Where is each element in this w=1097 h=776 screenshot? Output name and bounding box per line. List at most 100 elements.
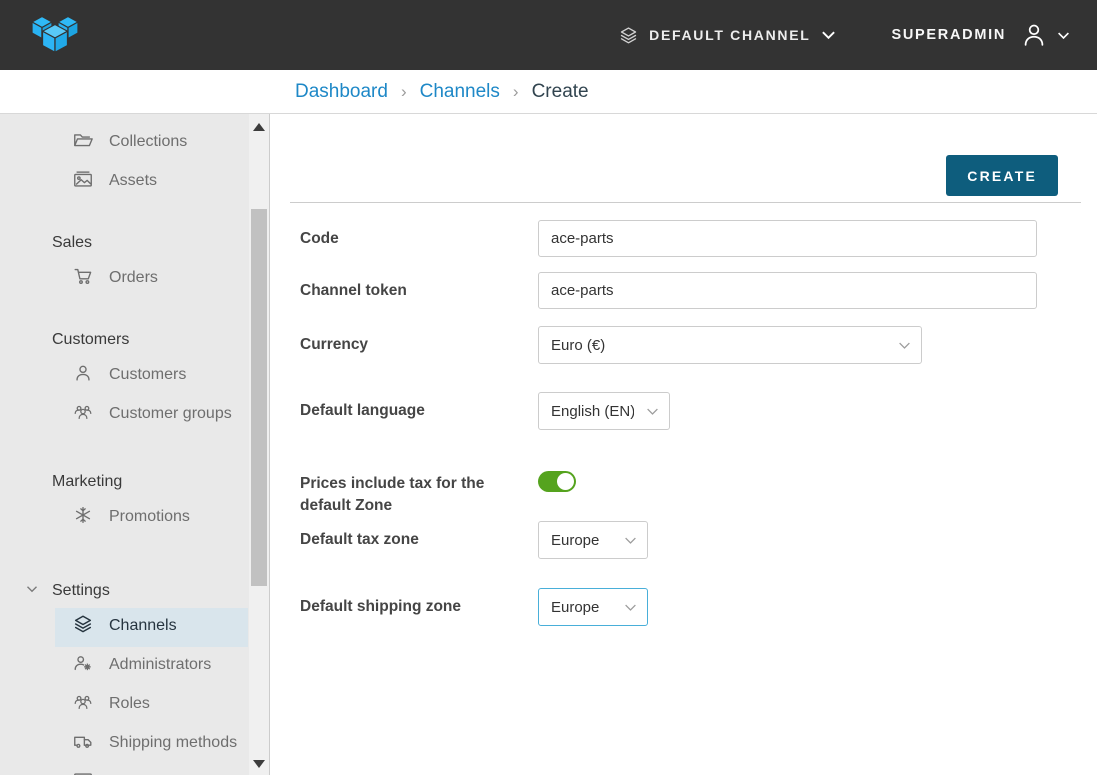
sidebar-section-customers: Customers Customer groups [0,357,248,435]
vendure-logo[interactable] [30,8,80,62]
sidebar-nav: Collections Assets Sales [0,114,270,775]
sidebar-item-customer-groups[interactable]: Customer groups [55,396,248,435]
user-name-label: SUPERADMIN [892,27,1006,43]
sidebar-item-payment-methods[interactable]: Payment [55,764,248,775]
sidebar-item-collections[interactable]: Collections [55,124,248,163]
chevron-down-icon [646,407,659,416]
default-shipping-zone-select[interactable]: Europe [538,588,648,626]
form-row-code: Code [290,220,1081,257]
default-language-label: Default language [290,392,538,422]
truck-icon [72,730,94,759]
sidebar-item-label: Payment [109,773,172,775]
sidebar-scrollbar [249,114,269,775]
sidebar-section-header-settings[interactable]: Settings [0,580,248,602]
sidebar-section-marketing: Promotions [0,499,248,538]
sidebar-section-sales: Orders [0,260,248,299]
code-input[interactable] [538,220,1037,257]
topbar-right-group: DEFAULT CHANNEL SUPERADMIN [618,21,1070,49]
channel-form: Code Channel token Currency Euro (€) [290,220,1081,626]
user-icon [1020,21,1048,49]
cart-icon [72,265,94,294]
default-language-select[interactable]: English (EN) [538,392,670,430]
sidebar-item-customers[interactable]: Customers [55,357,248,396]
sidebar-item-channels[interactable]: Channels [55,608,248,647]
sidebar-item-label: Roles [109,695,150,712]
breadcrumb-dashboard[interactable]: Dashboard [295,81,388,103]
default-shipping-zone-select-value: Europe [551,599,612,616]
sidebar-section-header-label: Settings [52,582,110,599]
sidebar-item-label: Customers [109,366,186,383]
sidebar-item-assets[interactable]: Assets [55,163,248,202]
layers-icon [618,25,639,46]
currency-select-value: Euro (€) [551,337,886,354]
sidebar-item-label: Shipping methods [109,734,237,751]
sidebar-item-shipping-methods[interactable]: Shipping methods [55,725,248,764]
sidebar-section-header-marketing: Marketing [0,471,248,493]
breadcrumb-channels[interactable]: Channels [420,81,500,103]
sidebar-item-label: Channels [109,617,177,634]
form-row-currency: Currency Euro (€) [290,326,1081,364]
chevron-down-icon [624,603,637,612]
asterisk-icon [72,504,94,533]
sidebar-section-header-sales: Sales [0,232,248,254]
channel-switcher[interactable]: DEFAULT CHANNEL [618,25,835,46]
breadcrumb-separator: › [401,82,407,102]
header-divider [290,202,1081,203]
chevron-down-icon [898,341,911,350]
sidebar-item-label: Assets [109,172,157,189]
sidebar-item-roles[interactable]: Roles [55,686,248,725]
breadcrumb: Dashboard › Channels › Create [0,70,1097,114]
top-bar: DEFAULT CHANNEL SUPERADMIN [0,0,1097,70]
create-button[interactable]: CREATE [946,155,1058,196]
user-menu[interactable]: SUPERADMIN [892,21,1070,49]
prices-include-tax-toggle[interactable] [538,471,576,492]
channel-selector-label: DEFAULT CHANNEL [649,27,810,43]
chevron-down-icon [26,585,38,593]
sidebar-section-settings: Channels [0,608,248,775]
chevron-down-icon [821,30,836,40]
form-row-default-language: Default language English (EN) [290,392,1081,430]
form-row-prices-include-tax: Prices include tax for the default Zone [290,465,1081,517]
user-icon [72,362,94,391]
sidebar-item-label: Collections [109,133,187,150]
default-shipping-zone-label: Default shipping zone [290,588,538,618]
code-label: Code [290,220,538,250]
app-window: DEFAULT CHANNEL SUPERADMIN D [0,0,1097,776]
create-channel-page: CREATE Code Channel token Currency Euro … [270,114,1097,775]
users-icon [72,691,94,720]
vendure-logo-icon [30,8,80,62]
sidebar-item-administrators[interactable]: Administrators [55,647,248,686]
chevron-down-icon [1057,31,1070,40]
sidebar-item-label: Orders [109,269,158,286]
channel-token-label: Channel token [290,272,538,302]
credit-card-icon [72,769,94,775]
users-icon [72,401,94,430]
form-row-default-shipping-zone: Default shipping zone Europe [290,588,1081,626]
sidebar-section-header-customers: Customers [0,329,248,351]
sidebar-section-catalog: Collections Assets [0,124,248,202]
content-area: Collections Assets Sales [0,114,1097,775]
currency-select[interactable]: Euro (€) [538,326,922,364]
currency-label: Currency [290,326,538,356]
sidebar-item-label: Customer groups [109,405,232,422]
default-tax-zone-select[interactable]: Europe [538,521,648,559]
breadcrumb-create: Create [532,81,589,103]
scrollbar-thumb[interactable] [251,209,267,586]
sidebar-item-label: Administrators [109,656,211,673]
breadcrumb-separator: › [513,82,519,102]
form-row-channel-token: Channel token [290,272,1081,309]
folder-icon [72,129,94,158]
user-gear-icon [72,652,94,681]
image-icon [72,168,94,197]
chevron-down-icon [624,536,637,545]
default-tax-zone-label: Default tax zone [290,521,538,551]
channel-token-input[interactable] [538,272,1037,309]
sidebar-item-orders[interactable]: Orders [55,260,248,299]
default-language-select-value: English (EN) [551,403,634,420]
sidebar-item-label: Promotions [109,508,190,525]
scroll-down-icon[interactable] [253,760,265,768]
scroll-up-icon[interactable] [253,123,265,131]
layers-icon [72,613,94,642]
default-tax-zone-select-value: Europe [551,532,612,549]
sidebar-item-promotions[interactable]: Promotions [55,499,248,538]
